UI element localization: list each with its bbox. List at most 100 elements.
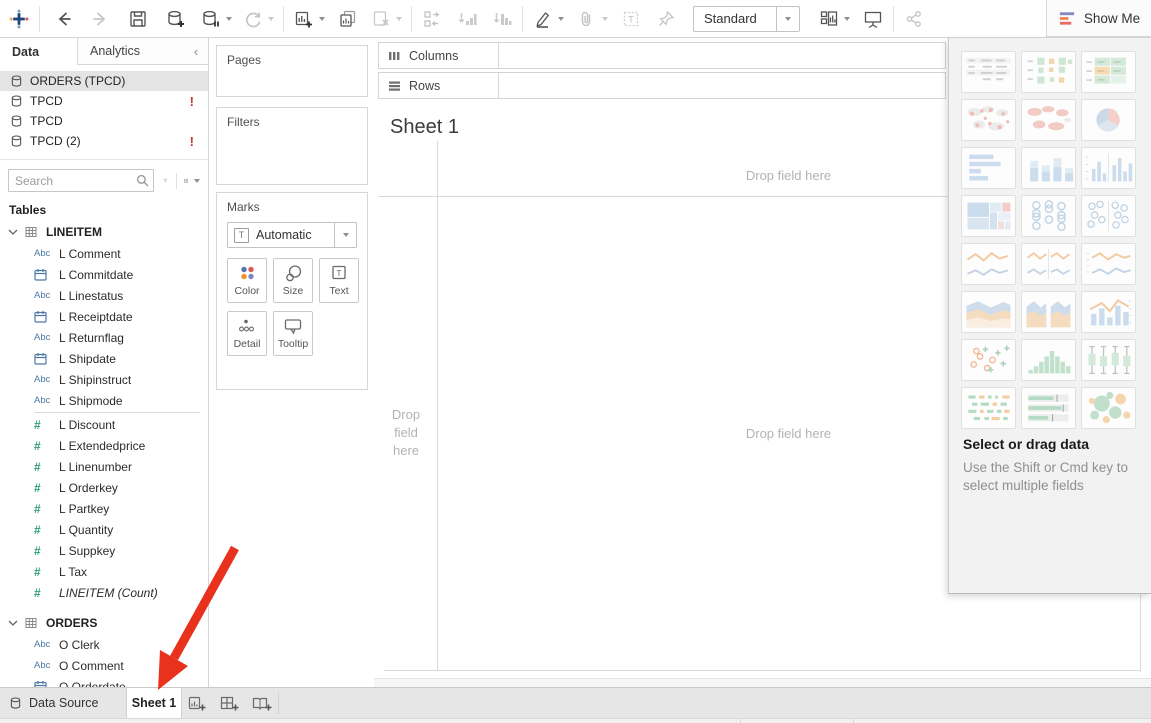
- save-button[interactable]: [125, 6, 151, 32]
- new-worksheet-tab-button[interactable]: [182, 688, 214, 718]
- show-hide-cards-caret[interactable]: [844, 17, 850, 21]
- pause-auto-updates-caret[interactable]: [226, 17, 232, 21]
- showme-side-by-side-bars[interactable]: [1081, 147, 1136, 189]
- showme-stacked-bars[interactable]: [1021, 147, 1076, 189]
- run-auto-updates-caret[interactable]: [268, 17, 274, 21]
- new-story-button[interactable]: [246, 688, 278, 718]
- showme-line-chart[interactable]: [1081, 243, 1136, 285]
- showme-symbol-map[interactable]: [961, 99, 1016, 141]
- field-item[interactable]: L Receiptdate: [0, 306, 208, 327]
- field-item[interactable]: L Commitdate: [0, 264, 208, 285]
- fix-axes-pin-button[interactable]: [653, 6, 679, 32]
- new-worksheet-button[interactable]: [291, 6, 317, 32]
- tab-data[interactable]: Data: [0, 38, 78, 65]
- filter-fields-icon[interactable]: [163, 173, 168, 188]
- showme-lines-continuous[interactable]: [961, 243, 1016, 285]
- mark-type-dropdown[interactable]: T Automatic: [227, 222, 357, 248]
- fit-selector[interactable]: Standard: [693, 6, 800, 32]
- field-item[interactable]: O Orderdate: [0, 676, 208, 687]
- field-item[interactable]: #L Partkey: [0, 498, 208, 519]
- showme-circle-views[interactable]: [1021, 195, 1076, 237]
- showme-horizontal-bars[interactable]: [961, 147, 1016, 189]
- field-item[interactable]: AbcO Comment: [0, 655, 208, 676]
- showme-pie-chart[interactable]: [1081, 99, 1136, 141]
- field-item[interactable]: #LINEITEM (Count): [0, 582, 208, 603]
- tooltip-button[interactable]: Tooltip: [273, 311, 313, 356]
- drop-hint-rows[interactable]: Drop field here: [380, 406, 432, 460]
- field-item[interactable]: #L Discount: [0, 414, 208, 435]
- showme-area-discrete[interactable]: [1021, 291, 1076, 333]
- show-me-button[interactable]: Show Me: [1046, 0, 1151, 37]
- undo-button[interactable]: [51, 6, 77, 32]
- view-options-caret[interactable]: [194, 179, 200, 183]
- new-worksheet-caret[interactable]: [319, 17, 325, 21]
- showme-treemap[interactable]: [961, 195, 1016, 237]
- table-header-lineitem[interactable]: LINEITEM: [0, 221, 208, 243]
- sort-ascending-button[interactable]: [454, 6, 480, 32]
- sort-descending-button[interactable]: [489, 6, 515, 32]
- showme-area-continuous[interactable]: [961, 291, 1016, 333]
- showme-histogram[interactable]: [1021, 339, 1076, 381]
- pages-shelf[interactable]: Pages: [216, 45, 368, 97]
- fit-selector-caret[interactable]: [776, 7, 799, 31]
- field-item[interactable]: #L Tax: [0, 561, 208, 582]
- group-members-button[interactable]: [574, 6, 600, 32]
- data-source-item[interactable]: TPCD (2)!: [0, 131, 208, 151]
- showme-highlight-table[interactable]: [1081, 51, 1136, 93]
- showme-packed-bubbles[interactable]: [1081, 387, 1136, 429]
- data-source-item[interactable]: TPCD: [0, 111, 208, 131]
- run-auto-updates-button[interactable]: [240, 6, 266, 32]
- field-item[interactable]: #L Suppkey: [0, 540, 208, 561]
- field-item[interactable]: AbcL Comment: [0, 243, 208, 264]
- showme-bullet-graph[interactable]: [1021, 387, 1076, 429]
- collapse-pane-icon[interactable]: ‹: [184, 38, 208, 65]
- field-item[interactable]: L Shipdate: [0, 348, 208, 369]
- showme-side-by-side-circles[interactable]: [1081, 195, 1136, 237]
- new-dashboard-button[interactable]: [214, 688, 246, 718]
- swap-rows-columns-button[interactable]: [419, 6, 445, 32]
- filters-shelf[interactable]: Filters: [216, 107, 368, 185]
- color-button[interactable]: Color: [227, 258, 267, 303]
- showme-lines-discrete[interactable]: [1021, 243, 1076, 285]
- size-button[interactable]: Size: [273, 258, 313, 303]
- tab-analytics[interactable]: Analytics: [78, 38, 184, 65]
- field-item[interactable]: #L Orderkey: [0, 477, 208, 498]
- sheet-1-tab[interactable]: Sheet 1: [127, 688, 182, 718]
- pause-auto-updates-button[interactable]: [198, 6, 224, 32]
- field-item[interactable]: AbcO Clerk: [0, 634, 208, 655]
- showme-gantt[interactable]: [961, 387, 1016, 429]
- field-item[interactable]: AbcL Returnflag: [0, 327, 208, 348]
- showme-heat-map[interactable]: [1021, 51, 1076, 93]
- new-data-source-button[interactable]: [163, 6, 189, 32]
- data-source-tab[interactable]: Data Source: [0, 688, 127, 718]
- data-source-item[interactable]: ORDERS (TPCD): [0, 71, 208, 91]
- view-options-icon[interactable]: [184, 175, 188, 187]
- columns-shelf[interactable]: Columns: [378, 42, 946, 69]
- group-members-caret[interactable]: [602, 17, 608, 21]
- showme-text-table[interactable]: [961, 51, 1016, 93]
- showme-scatter-plot[interactable]: [961, 339, 1016, 381]
- highlight-caret[interactable]: [558, 17, 564, 21]
- search-input[interactable]: [8, 169, 154, 192]
- detail-button[interactable]: Detail: [227, 311, 267, 356]
- field-item[interactable]: AbcL Shipinstruct: [0, 369, 208, 390]
- mark-type-caret[interactable]: [334, 223, 356, 247]
- rows-shelf[interactable]: Rows: [378, 72, 946, 99]
- show-hide-cards-button[interactable]: [816, 6, 842, 32]
- data-source-item[interactable]: TPCD!: [0, 91, 208, 111]
- field-item[interactable]: #L Extendedprice: [0, 435, 208, 456]
- show-mark-labels-button[interactable]: T: [618, 6, 644, 32]
- presentation-mode-button[interactable]: [860, 6, 886, 32]
- showme-dual-combination[interactable]: [1081, 291, 1136, 333]
- redo-button[interactable]: [87, 6, 113, 32]
- duplicate-sheet-button[interactable]: [335, 6, 361, 32]
- field-item[interactable]: #L Quantity: [0, 519, 208, 540]
- share-button[interactable]: [901, 6, 927, 32]
- highlight-button[interactable]: [530, 6, 556, 32]
- text-button[interactable]: T Text: [319, 258, 359, 303]
- showme-box-and-whisker[interactable]: [1081, 339, 1136, 381]
- field-item[interactable]: AbcL Linestatus: [0, 285, 208, 306]
- showme-filled-map[interactable]: [1021, 99, 1076, 141]
- field-item[interactable]: #L Linenumber: [0, 456, 208, 477]
- field-item[interactable]: AbcL Shipmode: [0, 390, 208, 411]
